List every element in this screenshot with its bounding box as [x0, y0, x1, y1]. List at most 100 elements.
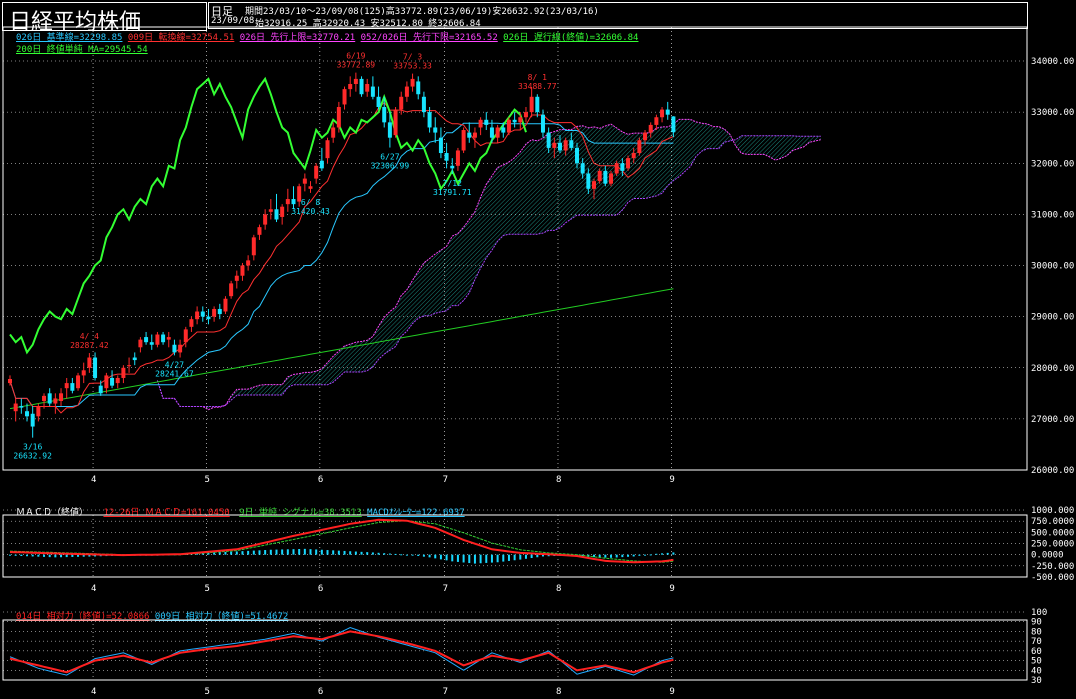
candle-down [110, 377, 115, 386]
macd-histogram-bar [644, 554, 647, 556]
candle-up [518, 117, 523, 123]
macd-histogram-bar [37, 554, 40, 557]
macd-histogram-bar [655, 553, 658, 555]
macd-histogram-bar [649, 554, 652, 556]
candle-down [387, 122, 392, 138]
macd-histogram-bar [275, 549, 278, 555]
candle-up [336, 107, 341, 128]
macd-histogram-bar [445, 554, 448, 561]
candle-down [620, 163, 625, 171]
candle-down [19, 406, 24, 408]
ma200-line [9, 288, 674, 410]
macd-histogram-bar [462, 554, 465, 563]
candle-down [557, 142, 562, 151]
macd-histogram-bar [264, 550, 267, 555]
candle-up [212, 308, 217, 317]
candle-up [348, 84, 353, 90]
annotation-date: 7/12 [443, 179, 462, 188]
candle-up [138, 339, 143, 348]
macd-histogram-bar [451, 554, 454, 562]
candle-down [274, 209, 279, 220]
macd-histogram-bar [627, 554, 630, 557]
candle-down [47, 393, 52, 404]
macd-histogram-bar [632, 554, 635, 557]
chikou-line [9, 76, 527, 355]
candle-up [654, 117, 659, 125]
macd-histogram-bar [71, 554, 74, 557]
macd-histogram-bar [247, 550, 250, 555]
candle-up [404, 86, 409, 97]
macd-histogram-bar [513, 554, 516, 561]
macd-histogram-bar [479, 554, 482, 564]
macd-histogram-bar [303, 548, 306, 555]
annotation-price: 32306.99 [371, 162, 410, 171]
rsi-x-tick: 6 [318, 687, 323, 697]
candle-up [81, 370, 86, 376]
candle-down [376, 96, 381, 108]
annotation-date: 8/ 1 [528, 73, 547, 82]
macd-histogram-bar [20, 554, 23, 557]
main-y-tick: 29000.00 [1031, 313, 1074, 323]
candle-down [144, 337, 149, 343]
macd-histogram-bar [468, 554, 471, 564]
candle-down [580, 163, 585, 174]
macd-histogram-bar [496, 554, 499, 563]
macd-histogram-bar [269, 549, 272, 555]
candle-up [523, 112, 528, 118]
candle-down [438, 137, 443, 154]
annotation-date: 3/16 [23, 443, 42, 452]
macd-histogram-bar [502, 554, 505, 562]
ichimoku-cloud [157, 119, 821, 410]
candle-down [161, 334, 166, 343]
candle-down [206, 316, 211, 320]
main-y-tick: 34000.00 [1031, 57, 1074, 67]
candle-down [512, 119, 517, 123]
candle-up [643, 132, 648, 141]
rsi-y-tick: 70 [1031, 637, 1042, 647]
candle-up [257, 227, 262, 235]
candle-up [121, 367, 126, 378]
macd-y-tick: 750.0000 [1031, 517, 1074, 527]
main-x-tick: 8 [556, 475, 561, 485]
macd-histogram-bar [241, 551, 244, 555]
macd-histogram-bar [536, 554, 539, 558]
candle-up [614, 163, 619, 174]
macd-histogram-bar [26, 554, 29, 557]
macd-histogram-bar [349, 551, 352, 555]
candle-up [331, 127, 336, 138]
candle-down [546, 132, 551, 148]
candle-up [410, 78, 415, 87]
macd-histogram-bar [286, 549, 289, 555]
macd-histogram-bar [411, 554, 414, 556]
main-x-tick: 6 [318, 475, 323, 485]
candle-up [223, 298, 228, 312]
candle-up [495, 127, 500, 138]
macd-histogram-bar [394, 553, 397, 555]
macd-histogram-bar [326, 550, 329, 555]
macd-histogram-bar [213, 552, 216, 555]
candle-down [416, 81, 421, 95]
macd-panel-frame [2, 514, 1028, 578]
candle-up [631, 153, 636, 159]
macd-histogram-bar [519, 554, 522, 560]
main-x-tick: 4 [91, 475, 96, 485]
candle-up [325, 140, 330, 159]
rsi14-line [9, 630, 674, 674]
rsi-y-tick: 90 [1031, 618, 1042, 628]
macd-histogram-bar [434, 554, 437, 559]
macd-histogram-bar [360, 551, 363, 555]
annotation-price: 33772.89 [337, 61, 376, 70]
annotation-price: 28241.67 [155, 369, 194, 378]
candle-down [370, 86, 375, 97]
rsi-panel-frame [2, 619, 1028, 681]
macd-histogram-bar [258, 550, 261, 555]
macd-histogram-bar [54, 554, 57, 558]
macd-histogram-bar [383, 553, 386, 555]
macd-histogram-bar [14, 554, 17, 556]
candle-up [115, 377, 120, 384]
macd-histogram-bar [315, 549, 318, 555]
annotation-date: 6/19 [346, 52, 365, 61]
macd-histogram-bar [332, 550, 335, 555]
macd-y-tick: -500.000 [1031, 573, 1074, 583]
span-b-line [156, 135, 821, 407]
